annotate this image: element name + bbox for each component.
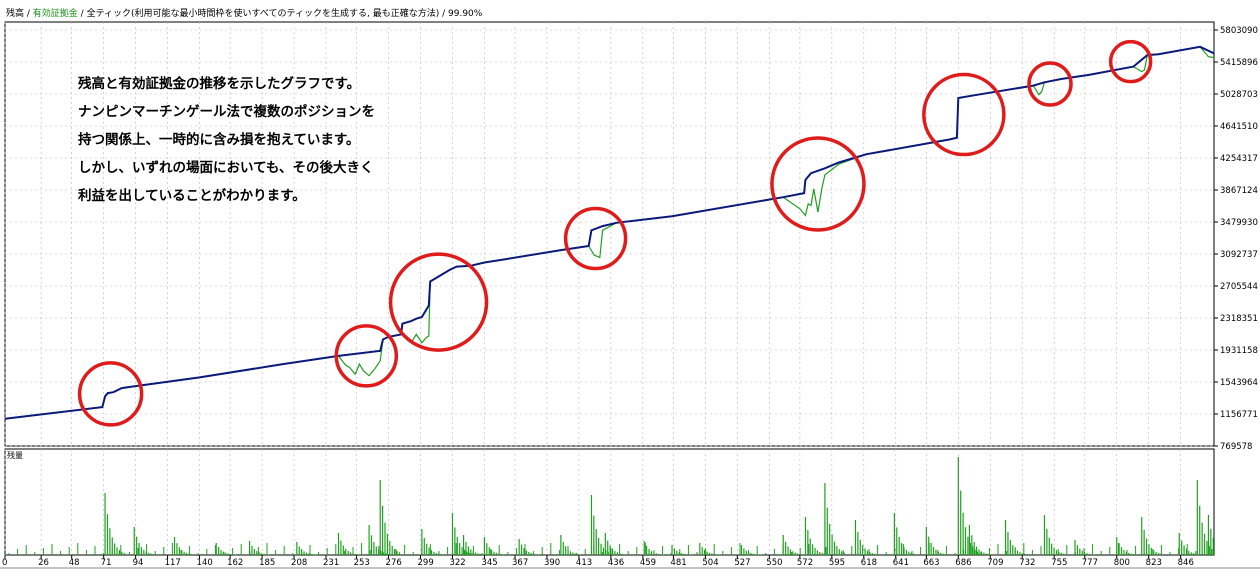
y-tick-label: 5028703 <box>1220 90 1258 100</box>
y-tick-label: 3479930 <box>1220 218 1258 228</box>
x-tick-label: 299 <box>418 558 434 568</box>
volume-label: 残量 <box>7 451 23 460</box>
annotation-line: 残高と有効証拠金の推移を示したグラフです。 <box>78 76 361 92</box>
highlight-circle <box>77 361 144 427</box>
x-tick-label: 595 <box>829 558 845 568</box>
x-tick-label: 800 <box>1114 558 1130 568</box>
annotation-text: 残高と有効証拠金の推移を示したグラフです。 ナンピンマーチンゲール法で複数のポジ… <box>78 70 375 210</box>
x-tick-label: 322 <box>449 558 465 568</box>
volume-frame <box>4 448 1215 556</box>
y-tick-label: 1931158 <box>1220 346 1258 356</box>
x-tick-label: 276 <box>386 558 402 568</box>
y-tick-label: 1543964 <box>1220 378 1258 388</box>
x-tick-label: 641 <box>893 558 909 568</box>
x-tick-label: 572 <box>797 558 813 568</box>
x-tick-label: 459 <box>640 558 656 568</box>
x-tick-label: 345 <box>481 558 497 568</box>
x-tick-label: 367 <box>512 558 528 568</box>
annotation-line: 持つ関係上、一時的に含み損を抱えています。 <box>78 132 360 148</box>
highlight-circle <box>388 252 489 352</box>
y-tick-label: 1156771 <box>1220 410 1258 420</box>
highlight-circle <box>770 136 866 232</box>
x-tick-label: 231 <box>323 558 339 568</box>
x-tick-label: 208 <box>291 558 307 568</box>
y-tick-label: 2318351 <box>1220 314 1258 324</box>
annotation-line: ナンピンマーチンゲール法で複数のポジションを <box>78 104 375 120</box>
y-tick-label: 3092737 <box>1220 250 1258 260</box>
x-tick-label: 140 <box>197 558 213 568</box>
x-tick-label: 117 <box>165 558 181 568</box>
x-tick-label: 481 <box>670 558 686 568</box>
chart-window: 残高 / 有効証拠金 / 全ティック(利用可能な最小時間枠を使いすべてのティック… <box>0 0 1260 576</box>
x-tick-label: 71 <box>101 558 112 568</box>
y-tick-label: 4254317 <box>1220 154 1258 164</box>
x-tick-label: 94 <box>133 558 144 568</box>
highlight-circle <box>922 72 1006 157</box>
x-tick-label: 550 <box>766 558 782 568</box>
x-tick-label: 48 <box>69 558 80 568</box>
x-tick-label: 390 <box>544 558 560 568</box>
y-tick-label: 5415896 <box>1220 58 1258 68</box>
x-tick-label: 732 <box>1019 558 1035 568</box>
y-tick-label: 3867124 <box>1220 186 1258 196</box>
x-tick-label: 26 <box>38 558 49 568</box>
x-tick-label: 0 <box>2 558 7 568</box>
annotation-line: しかし、いずれの場面においても、その後大きく <box>78 160 374 176</box>
y-tick-label: 4641510 <box>1220 122 1258 132</box>
x-tick-label: 185 <box>259 558 275 568</box>
x-tick-label: 846 <box>1178 558 1194 568</box>
x-tick-label: 777 <box>1082 558 1098 568</box>
x-tick-label: 527 <box>734 558 750 568</box>
annotation-line: 利益を出していることがわかります。 <box>78 188 306 204</box>
x-tick-label: 618 <box>861 558 877 568</box>
x-tick-label: 823 <box>1146 558 1162 568</box>
y-tick-label: 769578 <box>1220 442 1252 452</box>
x-tick-label: 162 <box>227 558 243 568</box>
x-tick-label: 436 <box>608 558 624 568</box>
x-tick-label: 686 <box>955 558 971 568</box>
x-tick-label: 413 <box>576 558 592 568</box>
x-tick-label: 663 <box>923 558 939 568</box>
y-tick-label: 5803090 <box>1220 26 1258 36</box>
highlight-circle <box>1108 39 1153 84</box>
highlight-circle <box>563 206 628 271</box>
y-tick-label: 2705544 <box>1220 282 1258 292</box>
x-tick-label: 504 <box>702 558 718 568</box>
x-tick-label: 253 <box>354 558 370 568</box>
x-tick-label: 755 <box>1051 558 1067 568</box>
x-tick-label: 709 <box>987 558 1003 568</box>
